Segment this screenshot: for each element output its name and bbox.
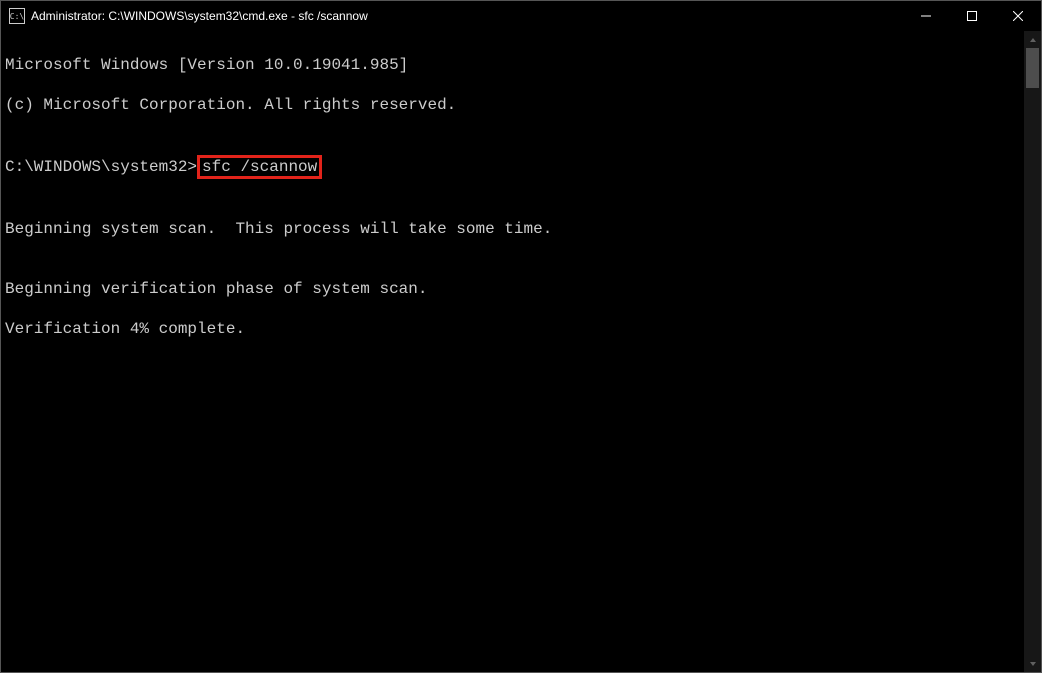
scroll-down-button[interactable] <box>1024 655 1041 672</box>
output-line-version: Microsoft Windows [Version 10.0.19041.98… <box>5 55 1020 75</box>
vertical-scrollbar[interactable] <box>1024 31 1041 672</box>
minimize-button[interactable] <box>903 1 949 31</box>
scroll-track[interactable] <box>1024 48 1041 655</box>
app-icon: C:\ <box>9 8 25 24</box>
client-area: Microsoft Windows [Version 10.0.19041.98… <box>1 31 1041 672</box>
window-title: Administrator: C:\WINDOWS\system32\cmd.e… <box>31 9 368 23</box>
title-bar[interactable]: C:\ Administrator: C:\WINDOWS\system32\c… <box>1 1 1041 31</box>
command-highlight: sfc /scannow <box>197 155 322 179</box>
cmd-window: C:\ Administrator: C:\WINDOWS\system32\c… <box>0 0 1042 673</box>
output-line-begin-scan: Beginning system scan. This process will… <box>5 219 1020 239</box>
output-line-begin-verify: Beginning verification phase of system s… <box>5 279 1020 299</box>
output-line-copyright: (c) Microsoft Corporation. All rights re… <box>5 95 1020 115</box>
maximize-button[interactable] <box>949 1 995 31</box>
output-prompt-line: C:\WINDOWS\system32>sfc /scannow <box>5 155 1020 179</box>
scroll-up-button[interactable] <box>1024 31 1041 48</box>
close-button[interactable] <box>995 1 1041 31</box>
terminal-output[interactable]: Microsoft Windows [Version 10.0.19041.98… <box>1 31 1024 672</box>
output-line-verify-progress: Verification 4% complete. <box>5 319 1020 339</box>
scroll-thumb[interactable] <box>1026 48 1039 88</box>
prompt-text: C:\WINDOWS\system32> <box>5 158 197 176</box>
